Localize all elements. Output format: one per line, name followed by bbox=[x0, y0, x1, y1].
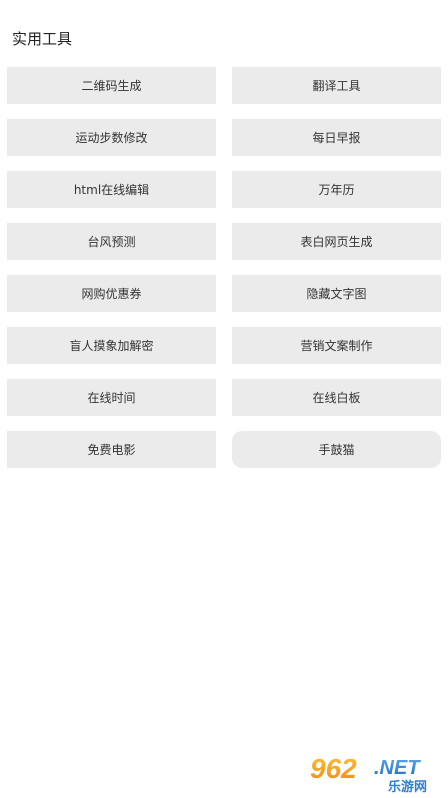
watermark-logo: 962 .NET 乐游网 bbox=[309, 752, 427, 794]
page-title: 实用工具 bbox=[12, 30, 73, 48]
tool-button-calendar[interactable]: 万年历 bbox=[232, 171, 441, 208]
tool-button-drum-cat[interactable]: 手鼓猫 bbox=[232, 431, 441, 468]
tool-button-love-page[interactable]: 表白网页生成 bbox=[232, 223, 441, 260]
tool-button-online-time[interactable]: 在线时间 bbox=[7, 379, 216, 416]
tool-button-daily-news[interactable]: 每日早报 bbox=[232, 119, 441, 156]
tool-button-free-movies[interactable]: 免费电影 bbox=[7, 431, 216, 468]
watermark-subtitle: 乐游网 bbox=[388, 779, 427, 794]
tool-button-qrcode[interactable]: 二维码生成 bbox=[7, 67, 216, 104]
tool-button-marketing-copy[interactable]: 营销文案制作 bbox=[232, 327, 441, 364]
svg-text:.NET: .NET bbox=[374, 757, 421, 779]
tool-button-cipher[interactable]: 盲人摸象加解密 bbox=[7, 327, 216, 364]
tool-grid: 二维码生成 翻译工具 运动步数修改 每日早报 html在线编辑 万年历 台风预测… bbox=[7, 67, 441, 468]
tool-button-typhoon[interactable]: 台风预测 bbox=[7, 223, 216, 260]
tool-button-html-editor[interactable]: html在线编辑 bbox=[7, 171, 216, 208]
tools-page: 实用工具 二维码生成 翻译工具 运动步数修改 每日早报 html在线编辑 万年历… bbox=[0, 0, 448, 798]
tool-button-hidden-text-image[interactable]: 隐藏文字图 bbox=[232, 275, 441, 312]
tool-button-step-modify[interactable]: 运动步数修改 bbox=[7, 119, 216, 156]
tool-button-coupons[interactable]: 网购优惠券 bbox=[7, 275, 216, 312]
tool-button-translate[interactable]: 翻译工具 bbox=[232, 67, 441, 104]
tool-button-whiteboard[interactable]: 在线白板 bbox=[232, 379, 441, 416]
svg-text:962: 962 bbox=[310, 753, 357, 784]
